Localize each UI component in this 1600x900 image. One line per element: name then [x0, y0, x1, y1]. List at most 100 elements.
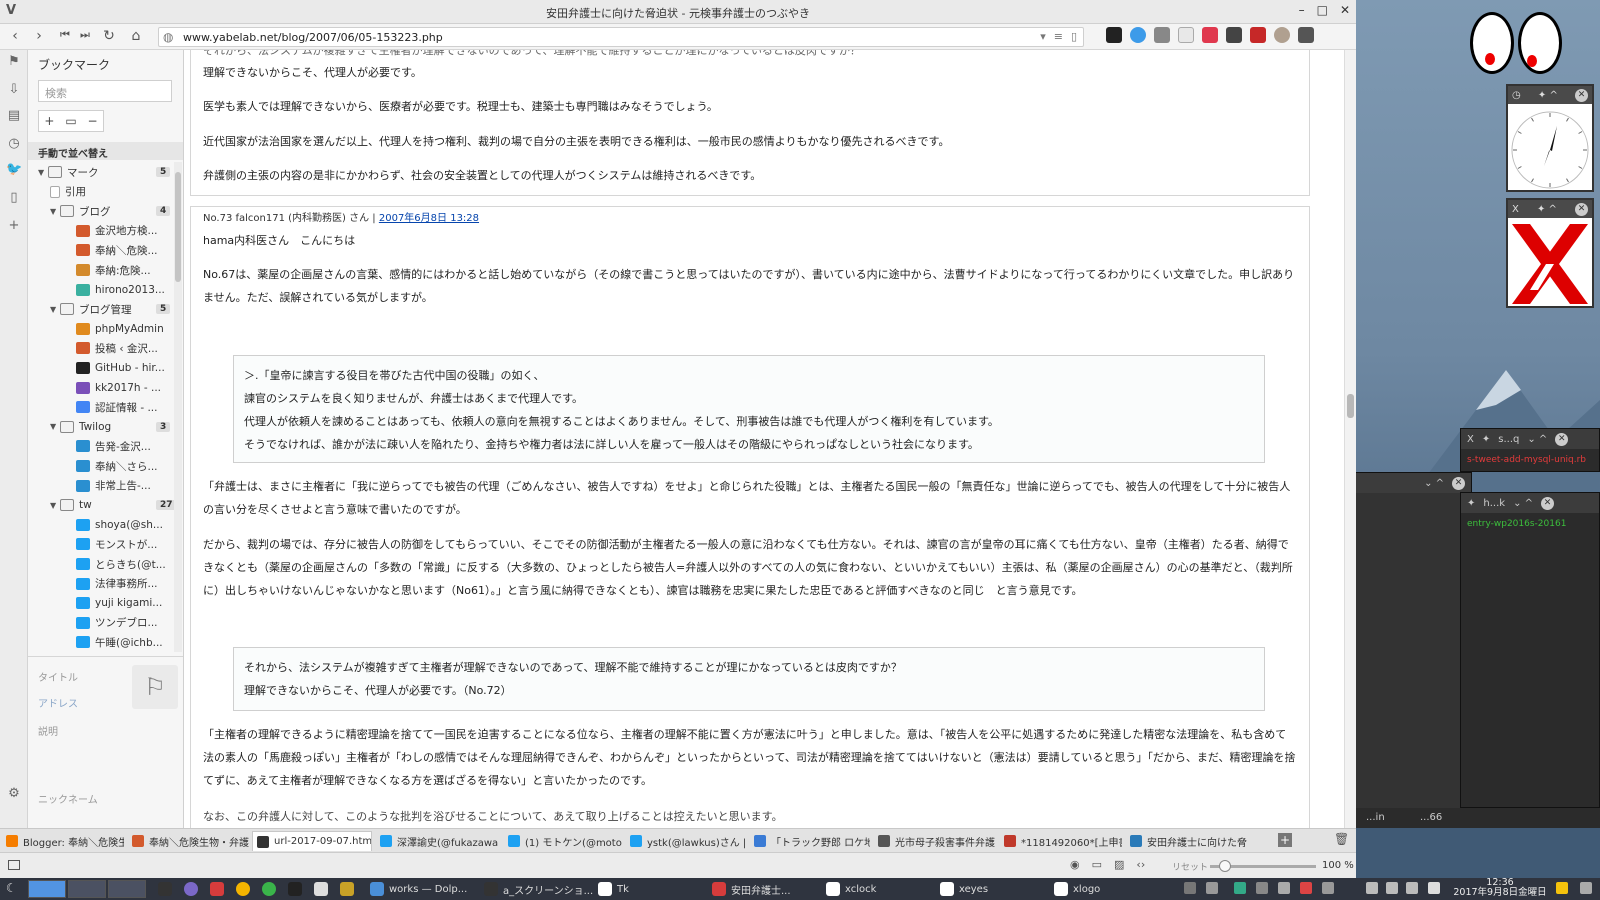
taskbar-window-button[interactable]: Tk [598, 881, 629, 897]
clock[interactable]: 12:36 2017年9月8日金曜日 [1448, 878, 1552, 898]
notification-tray-icon[interactable] [1556, 882, 1568, 894]
panel-toggle-icon[interactable] [8, 860, 20, 870]
tiling-icon[interactable]: ▭ [1092, 858, 1102, 871]
page-scrollbar[interactable] [1344, 50, 1356, 828]
page-panel-icon[interactable]: ▯ [6, 190, 22, 205]
add-bookmark-icon[interactable]: + [44, 114, 54, 128]
taskbar-window-button[interactable]: xclock [826, 881, 876, 897]
code-icon[interactable]: ‹› [1136, 858, 1145, 871]
minimize-icon[interactable]: – [1299, 3, 1305, 17]
up-arrow-tray-icon[interactable] [1428, 882, 1440, 894]
browser-tab[interactable]: *1181492060*[上申書 [1000, 831, 1122, 851]
bookmark-item[interactable]: 認証情報 - ... [76, 397, 157, 417]
volume-tray-icon[interactable] [1386, 882, 1398, 894]
keyboard-tray-icon[interactable] [1206, 882, 1218, 894]
close-icon[interactable]: ✕ [1452, 476, 1465, 490]
bookmark-scrollbar[interactable] [174, 162, 182, 652]
comment-date-link[interactable]: 2007年6月8日 13:28 [379, 213, 479, 224]
taskbar-window-button[interactable]: xeyes [940, 881, 988, 897]
bluetooth-tray-icon[interactable] [1278, 882, 1290, 894]
description-label[interactable]: 説明 [38, 723, 58, 738]
close-icon[interactable]: ✕ [1555, 432, 1569, 446]
bookmark-item[interactable]: kk2017h - ... [76, 378, 161, 398]
bookmark-folder[interactable]: ▼ tw 27 [50, 495, 176, 515]
bookmark-item[interactable]: phpMyAdmin [76, 319, 164, 339]
add-panel-icon[interactable]: + [6, 218, 22, 233]
close-icon[interactable]: ✕ [1574, 202, 1588, 216]
expand-arrow-icon[interactable]: ▼ [50, 207, 60, 216]
bookmark-item[interactable]: とらきち(@t... [76, 554, 166, 574]
expand-arrow-icon[interactable]: ▼ [38, 168, 48, 177]
workspace-3[interactable] [108, 880, 146, 898]
bookmark-sort-header[interactable]: 手動で並べ替え [28, 142, 183, 160]
pen-tray-icon[interactable] [1184, 882, 1196, 894]
expand-arrow-icon[interactable]: ▼ [50, 305, 60, 314]
bookmark-item[interactable]: 奉納＼さら... [76, 456, 158, 476]
pin-icon[interactable]: ✦ ^ [1538, 90, 1558, 101]
home-icon[interactable]: ⌂ [127, 28, 145, 44]
nickname-label[interactable]: ニックネーム [38, 791, 98, 806]
chrome-launcher-icon[interactable] [236, 882, 250, 896]
chevron-down-icon[interactable]: ⌄ ^ [1527, 434, 1547, 445]
dropdown-icon[interactable]: ▾ [1040, 30, 1046, 43]
maximize-icon[interactable]: □ [1317, 3, 1328, 17]
pin-icon[interactable]: ✦ ^ [1537, 204, 1557, 215]
zoom-reset-label[interactable]: リセット [1172, 860, 1208, 873]
taskbar-window-button[interactable]: xlogo [1054, 881, 1100, 897]
bookmark-item[interactable]: 非常上告-... [76, 476, 151, 496]
reload-icon[interactable]: ↻ [100, 28, 118, 44]
pin-icon[interactable]: ✦ [1467, 498, 1475, 509]
remove-bookmark-icon[interactable]: − [88, 114, 98, 128]
menu-tray-icon[interactable] [1580, 882, 1592, 894]
red-extension-icon[interactable] [1250, 27, 1266, 43]
terminal-window[interactable]: ⌄ ^ ✕ [1356, 472, 1472, 828]
minimized-window[interactable]: ...in [1366, 812, 1385, 823]
bookmark-item[interactable]: yuji kigami... [76, 593, 162, 613]
expand-arrow-icon[interactable]: ▼ [50, 422, 60, 431]
bookmark-item[interactable]: 奉納＼危険... [76, 240, 158, 260]
close-icon[interactable]: ✕ [1340, 3, 1350, 17]
notes-panel-icon[interactable]: ▤ [6, 108, 22, 123]
rewind-icon[interactable]: ⏮ [56, 28, 74, 42]
pen-launcher-icon[interactable] [340, 882, 354, 896]
image-icon[interactable]: ▨ [1114, 858, 1124, 871]
bookmark-item[interactable]: hirono2013... [76, 280, 165, 300]
g-extension-icon[interactable] [1178, 27, 1194, 43]
terminal-launcher-icon[interactable] [158, 882, 172, 896]
bookmark-item[interactable]: 金沢地方検... [76, 221, 158, 241]
close-icon[interactable]: ✕ [1541, 496, 1554, 510]
browser-tab[interactable]: 深澤諭史(@fukazawa [376, 831, 500, 851]
xclock-window[interactable]: ◷ ✦ ^ ✕ [1506, 84, 1594, 192]
trash-icon[interactable]: 🗑 [1334, 832, 1349, 846]
vivaldi-launcher-icon[interactable] [210, 882, 224, 896]
clipboard-tray-icon[interactable] [1366, 882, 1378, 894]
settings-gear-icon[interactable]: ⚙ [6, 786, 22, 801]
console-launcher-icon[interactable] [288, 882, 302, 896]
browser-tab[interactable]: Blogger: 奉納＼危険生 [2, 831, 124, 851]
bookmark-item[interactable]: 告発-金沢... [76, 436, 151, 456]
display-tray-icon[interactable] [1322, 882, 1334, 894]
browser-tab[interactable]: (1) モトケン(@motoke [504, 831, 622, 851]
bookmarks-panel-icon[interactable]: ⚑ [6, 54, 22, 69]
screenshot-launcher-icon[interactable] [314, 882, 328, 896]
network-tray-icon[interactable] [1406, 882, 1418, 894]
cloud-tray-icon[interactable] [1234, 882, 1246, 894]
new-tab-button[interactable]: + [1278, 833, 1292, 847]
bookmark-item[interactable]: GitHub - hir... [76, 358, 165, 378]
bookmark-item[interactable]: 奉納:危険... [76, 260, 151, 280]
shield-extension-icon[interactable] [1106, 27, 1122, 43]
bookmark-page-icon[interactable]: ▯ [1071, 30, 1077, 43]
reader-view-icon[interactable]: ≡ [1054, 30, 1063, 43]
workspace-1[interactable] [28, 880, 66, 898]
browser-tab[interactable]: 奉納＼危険生物・弁護 [128, 831, 250, 851]
bookmark-item[interactable]: モンストが... [76, 534, 157, 554]
address-bar[interactable]: ◍ www.yabelab.net/blog/2007/06/05-153223… [158, 27, 1084, 47]
menu-icon[interactable]: ☾ [6, 881, 17, 895]
twitter-panel-icon[interactable]: 🐦 [6, 162, 22, 177]
feather-extension-icon[interactable] [1298, 27, 1314, 43]
browser-tab[interactable]: 安田弁護士に向けた脅 [1126, 831, 1252, 851]
workspace-2[interactable] [68, 880, 106, 898]
bookmark-folder[interactable]: ▼ ブログ 4 [50, 201, 171, 221]
address-label[interactable]: アドレス [38, 695, 78, 710]
app-launcher-icon[interactable] [184, 882, 198, 896]
